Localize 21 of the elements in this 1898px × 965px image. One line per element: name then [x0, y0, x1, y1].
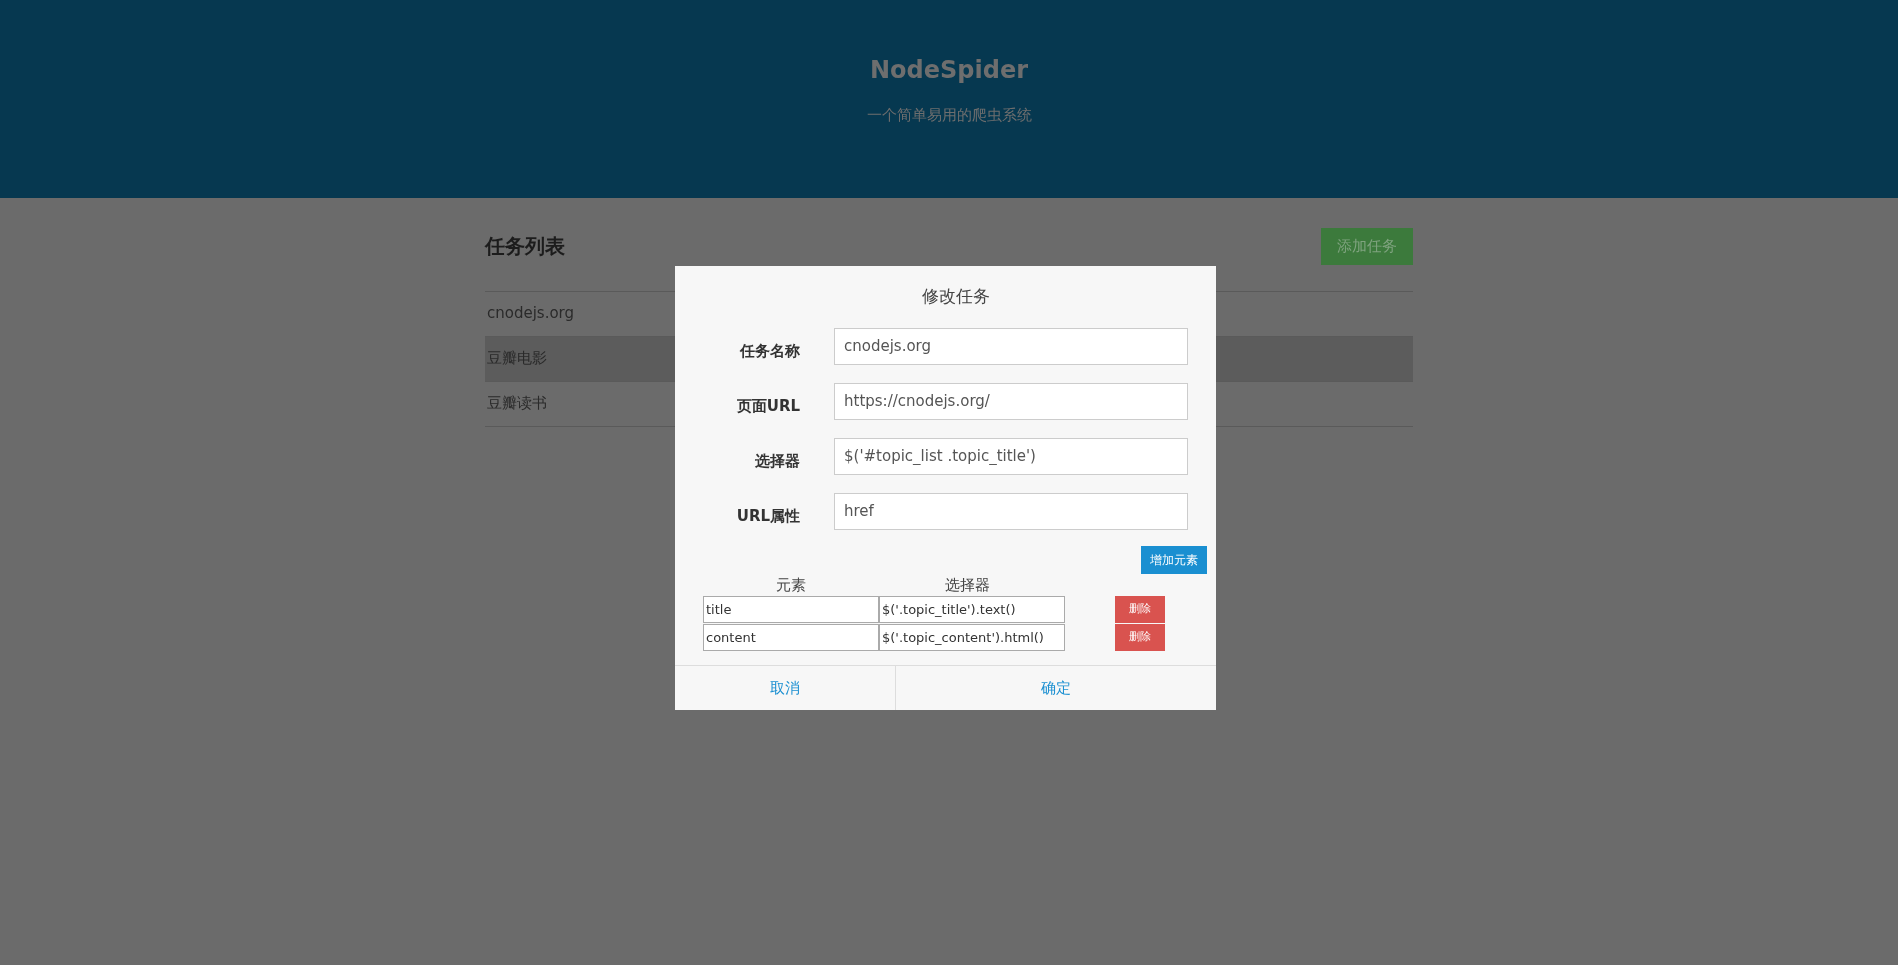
section-title: 任务列表 — [485, 233, 565, 261]
column-header: 元素 — [776, 575, 806, 594]
element-name-field[interactable]: title — [703, 596, 879, 623]
delete-button[interactable]: 删除 — [1115, 596, 1165, 623]
field-label: 任务名称 — [739, 340, 800, 362]
element-name-field[interactable]: content — [703, 624, 879, 651]
field-label: 选择器 — [754, 450, 800, 472]
input-field[interactable]: $('#topic_list .topic_title') — [834, 437, 1188, 475]
site-subtitle: 一个简单易用的爬虫系统 — [866, 105, 1032, 126]
field-label: 页面URL — [735, 395, 800, 417]
dialog-title: 修改任务 — [921, 286, 990, 306]
delete-button[interactable]: 删除 — [1115, 624, 1165, 651]
element-selector-field[interactable]: $('.topic_title').text() — [879, 596, 1065, 623]
site-title: NodeSpider — [870, 55, 1028, 86]
element-selector-field[interactable]: $('.topic_content').html() — [879, 624, 1065, 651]
input-field[interactable]: https://cnodejs.org/ — [834, 382, 1188, 420]
add-element-button[interactable]: 增加元素 — [1141, 545, 1207, 574]
input-field[interactable]: cnodejs.org — [834, 327, 1188, 365]
field-label: URL属性 — [735, 505, 800, 527]
column-header: 选择器 — [944, 575, 990, 594]
input-field[interactable]: href — [834, 492, 1188, 530]
